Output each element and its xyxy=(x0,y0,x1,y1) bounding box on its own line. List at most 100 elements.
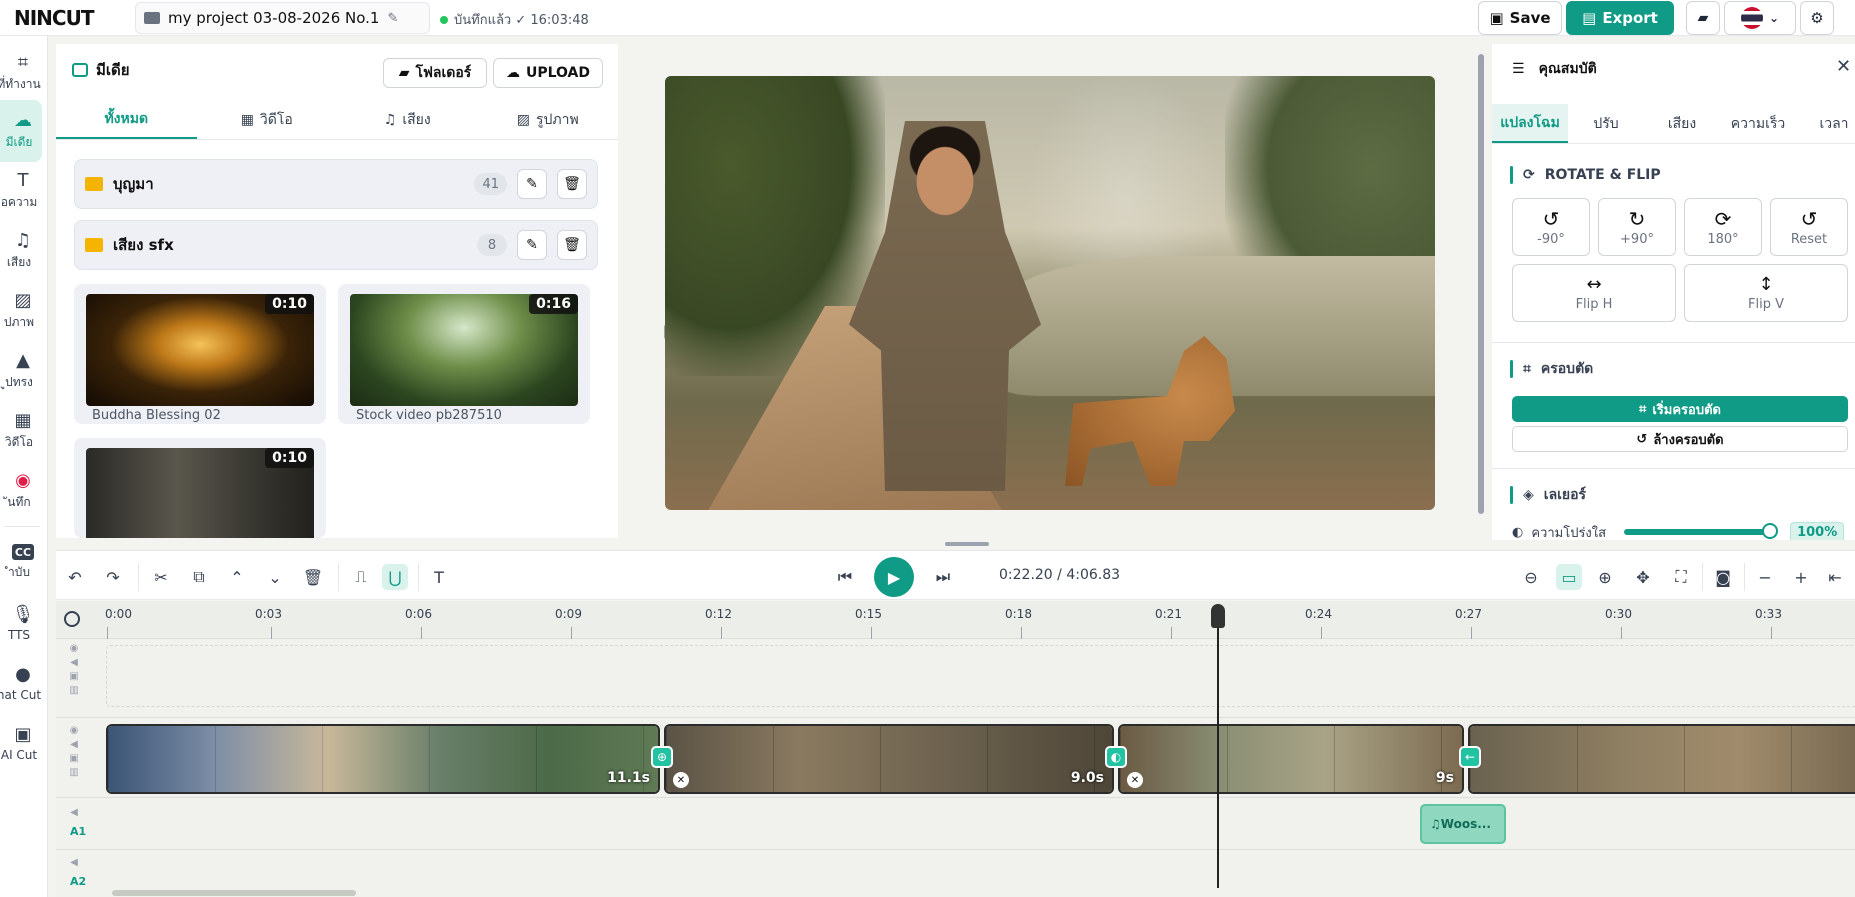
trash-icon[interactable]: ▥ xyxy=(69,767,78,778)
export-button[interactable]: ▤ Export xyxy=(1566,1,1674,35)
rotate-180-button[interactable]: ⟳ 180° xyxy=(1684,198,1762,256)
duplicate-button[interactable]: ⧉ xyxy=(186,564,212,590)
tab-audio[interactable]: เสียง xyxy=(1644,104,1720,143)
start-crop-button[interactable]: ⌗ เริ่มครอบตัด xyxy=(1512,396,1848,422)
tab-video[interactable]: ▦ วิดีโอ xyxy=(197,100,338,139)
video-clip[interactable]: 9.0s xyxy=(664,724,1114,794)
project-name-box[interactable]: my project 03-08-2026 No.1 ✎ xyxy=(135,2,430,34)
fullscreen-button[interactable]: ⛶ xyxy=(1668,564,1694,590)
media-card[interactable]: 0:10 xyxy=(74,438,326,538)
speaker-icon[interactable]: ◀ xyxy=(70,657,78,668)
zoom-out-button[interactable]: ⊖ xyxy=(1518,564,1544,590)
undo-button[interactable]: ↶ xyxy=(62,564,88,590)
rail-item-record[interactable]: ◉ันทึก xyxy=(0,460,42,522)
delete-button[interactable]: 🗑 xyxy=(300,564,326,590)
empty-overlay-track[interactable] xyxy=(106,645,1855,707)
tab-adjust[interactable]: ปรับ xyxy=(1568,104,1644,143)
rail-item-media[interactable]: ☁ มีเดีย xyxy=(0,100,42,162)
folder-item[interactable]: บุญมา 41 ✎ 🗑 xyxy=(74,159,598,209)
video-clip[interactable]: 11.1s xyxy=(106,724,660,794)
media-card[interactable]: 0:16 Stock video pb287510 xyxy=(338,284,590,424)
tab-speed[interactable]: ความเร็ว xyxy=(1720,104,1796,143)
eye-icon[interactable]: ◉ xyxy=(70,725,79,736)
snapshot-button[interactable]: ◙ xyxy=(1710,564,1736,590)
flip-vertical-button[interactable]: ↕ Flip V xyxy=(1684,264,1848,322)
preview-resize-handle[interactable] xyxy=(1478,54,1484,514)
app-logo[interactable]: NINCUT xyxy=(14,6,94,30)
lock-icon[interactable]: ▣ xyxy=(69,671,78,682)
skip-forward-button[interactable]: ⏭ xyxy=(930,564,956,590)
audio-clip[interactable]: ♫ Woos... xyxy=(1420,804,1506,844)
video-clip[interactable] xyxy=(1468,724,1855,794)
rail-item-captions[interactable]: CC ำบับ xyxy=(0,532,42,594)
add-text-button[interactable]: T xyxy=(426,564,452,590)
edit-folder-button[interactable]: ✎ xyxy=(517,230,547,260)
tab-time[interactable]: เวลา xyxy=(1796,104,1855,143)
reset-rotation-button[interactable]: ↺ Reset xyxy=(1770,198,1848,256)
playhead-handle[interactable] xyxy=(1211,604,1225,628)
rail-item-shapes[interactable]: ▲ูปทรง xyxy=(0,340,42,402)
muted-icon[interactable]: ✕ xyxy=(1127,772,1143,788)
opacity-value[interactable]: 100% xyxy=(1790,521,1845,540)
delete-folder-button[interactable]: 🗑 xyxy=(557,230,587,260)
move-tool-button[interactable]: ✥ xyxy=(1630,564,1656,590)
trash-icon[interactable]: ▥ xyxy=(69,685,78,696)
eye-icon[interactable]: ◉ xyxy=(70,643,79,654)
lock-icon[interactable]: ▣ xyxy=(69,753,78,764)
timeline-resize-handle[interactable] xyxy=(945,542,989,546)
timeline-ruler[interactable]: 0:00 0:03 0:06 0:09 0:12 0:15 0:18 0:21 … xyxy=(56,601,1855,639)
clear-crop-button[interactable]: ↺ ล้างครอบตัด xyxy=(1512,426,1848,452)
ripple-button[interactable]: ⎍ xyxy=(348,564,374,590)
timeline-zoom-in-button[interactable]: + xyxy=(1788,564,1814,590)
magnet-snap-button[interactable]: ⋃ xyxy=(382,564,408,590)
transition-zoom-icon[interactable]: ⊕ xyxy=(651,746,673,768)
rail-item-ai-cut[interactable]: ▣ AI Cut xyxy=(0,712,42,774)
close-icon[interactable]: ✕ xyxy=(1836,56,1851,77)
video-clip[interactable]: 9s xyxy=(1118,724,1464,794)
rail-item-workspace[interactable]: ⌗ ที่ทำงาน xyxy=(0,42,42,104)
transition-slide-icon[interactable]: ← xyxy=(1459,746,1481,768)
rotate-plus-90-button[interactable]: ↻ +90° xyxy=(1598,198,1676,256)
add-folder-button[interactable]: ▰ โฟลเดอร์ xyxy=(383,58,487,88)
fit-screen-button[interactable]: ▭ xyxy=(1556,564,1582,590)
move-down-button[interactable]: ⌄ xyxy=(262,564,288,590)
speaker-icon[interactable]: ◀ xyxy=(70,857,78,868)
muted-icon[interactable]: ✕ xyxy=(673,772,689,788)
save-button[interactable]: ▣ Save xyxy=(1478,1,1562,35)
play-button[interactable]: ▶ xyxy=(874,557,914,597)
playhead[interactable] xyxy=(1217,604,1219,888)
edit-folder-button[interactable]: ✎ xyxy=(517,169,547,199)
folder-item[interactable]: เสียง sfx 8 ✎ 🗑 xyxy=(74,220,598,270)
timeline-zoom-out-button[interactable]: − xyxy=(1752,564,1778,590)
zoom-in-button[interactable]: ⊕ xyxy=(1592,564,1618,590)
skip-back-button[interactable]: ⏮ xyxy=(832,564,858,590)
rail-item-video[interactable]: ▦ วิดีโอ xyxy=(0,400,42,462)
speaker-icon[interactable]: ◀ xyxy=(70,807,78,818)
settings-button[interactable]: ⚙ xyxy=(1800,1,1834,35)
edit-icon[interactable]: ✎ xyxy=(387,11,398,26)
tab-all[interactable]: ทั้งหมด xyxy=(56,100,197,139)
opacity-slider-handle[interactable] xyxy=(1762,523,1779,539)
upload-button[interactable]: ☁ UPLOAD xyxy=(493,58,603,88)
video-preview[interactable] xyxy=(665,76,1435,510)
timeline-scrollbar[interactable] xyxy=(112,890,356,896)
speaker-icon[interactable]: ◀ xyxy=(70,739,78,750)
rail-item-images[interactable]: ▨ ปภาพ xyxy=(0,280,42,342)
delete-folder-button[interactable]: 🗑 xyxy=(557,169,587,199)
flip-horizontal-button[interactable]: ↔ Flip H xyxy=(1512,264,1676,322)
rail-item-text[interactable]: T อความ xyxy=(0,160,42,222)
move-up-button[interactable]: ⌃ xyxy=(224,564,250,590)
redo-button[interactable]: ↷ xyxy=(100,564,126,590)
tab-audio[interactable]: ♫ เสียง xyxy=(337,100,478,139)
rotate-minus-90-button[interactable]: ↺ -90° xyxy=(1512,198,1590,256)
tab-transform[interactable]: แปลงโฉม xyxy=(1492,104,1568,143)
split-button[interactable]: ✂ xyxy=(148,564,174,590)
open-folder-button[interactable]: ▰ xyxy=(1686,1,1720,35)
tab-images[interactable]: ▨ รูปภาพ xyxy=(478,100,619,139)
go-to-start-button[interactable]: ⇤ xyxy=(1822,564,1848,590)
language-selector[interactable]: ⌄ xyxy=(1724,1,1796,35)
rail-item-audio[interactable]: ♫ เสียง xyxy=(0,220,42,282)
rail-item-tts[interactable]: 🎙 TTS xyxy=(0,592,42,654)
media-card[interactable]: 0:10 Buddha Blessing 02 xyxy=(74,284,326,424)
rail-item-chat-cut[interactable]: ● hat Cut xyxy=(0,652,42,714)
